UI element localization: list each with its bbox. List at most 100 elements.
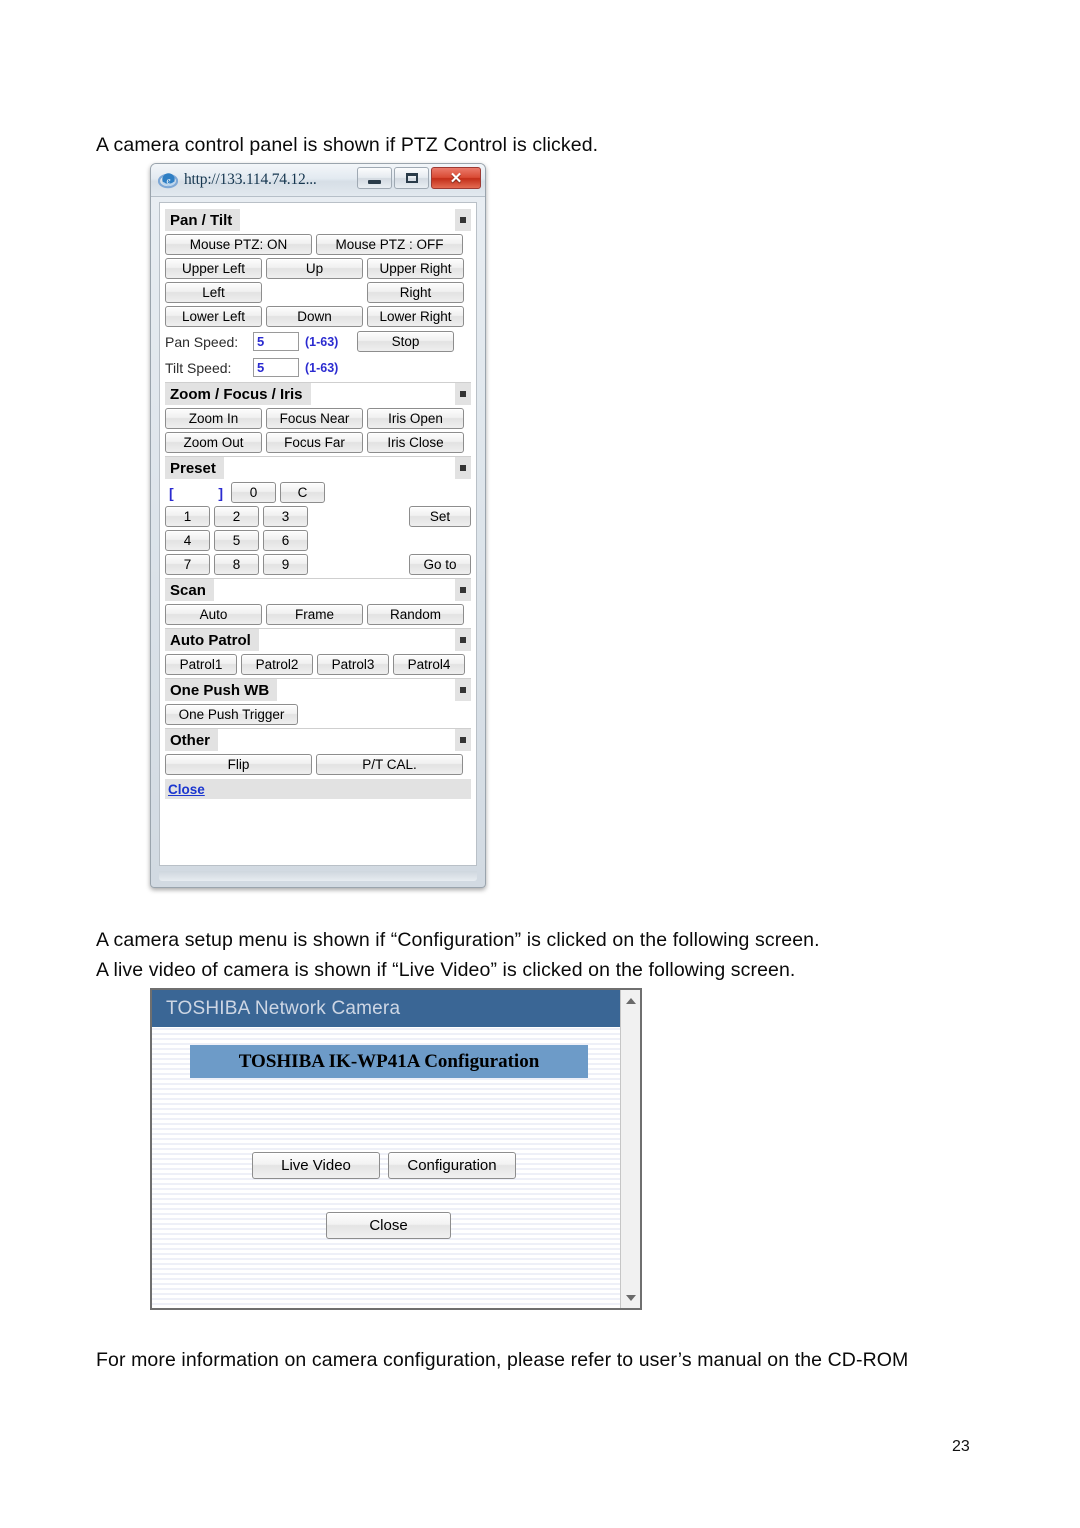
- preset-goto-button[interactable]: Go to: [409, 554, 471, 575]
- left-button[interactable]: Left: [165, 282, 262, 303]
- window-controls: ✕: [357, 167, 481, 189]
- section-header-one-push-wb[interactable]: One Push WB: [165, 678, 471, 701]
- patrol3-button[interactable]: Patrol3: [317, 654, 389, 675]
- section-title-scan: Scan: [165, 579, 214, 601]
- vertical-scrollbar[interactable]: [620, 990, 640, 1308]
- close-link[interactable]: Close: [168, 782, 205, 797]
- collapse-icon-pan-tilt[interactable]: [455, 209, 471, 231]
- middle-paragraph-line-1: A camera setup menu is shown if “Configu…: [96, 929, 820, 951]
- preset-key-0-button[interactable]: 0: [231, 482, 276, 503]
- collapse-icon-one-push-wb[interactable]: [455, 679, 471, 701]
- preset-set-button[interactable]: Set: [409, 506, 471, 527]
- preset-key-8-button[interactable]: 8: [214, 554, 259, 575]
- live-video-button[interactable]: Live Video: [252, 1152, 380, 1179]
- section-header-auto-patrol[interactable]: Auto Patrol: [165, 628, 471, 651]
- tilt-speed-input[interactable]: 5: [253, 358, 299, 377]
- collapse-icon-preset[interactable]: [455, 457, 471, 479]
- minimize-button[interactable]: [357, 167, 392, 189]
- section-header-zoom-focus-iris[interactable]: Zoom / Focus / Iris: [165, 382, 471, 405]
- pt-cal-button[interactable]: P/T CAL.: [316, 754, 463, 775]
- section-header-other[interactable]: Other: [165, 728, 471, 751]
- section-fill: [240, 209, 455, 231]
- toshiba-close-button[interactable]: Close: [326, 1212, 451, 1239]
- scroll-down-icon[interactable]: [621, 1289, 640, 1306]
- section-fill: [223, 457, 455, 479]
- iris-open-button[interactable]: Iris Open: [367, 408, 464, 429]
- section-title-pan-tilt: Pan / Tilt: [165, 209, 241, 231]
- section-fill: [310, 383, 455, 405]
- upper-left-button[interactable]: Upper Left: [165, 258, 262, 279]
- row-preset-123: 1 2 3 Set: [165, 506, 471, 527]
- middle-paragraph-line-2: A live video of camera is shown if “Live…: [96, 959, 796, 981]
- internet-explorer-icon: e: [157, 170, 179, 190]
- section-fill: [258, 629, 455, 651]
- row-preset-789: 7 8 9 Go to: [165, 554, 471, 575]
- svg-text:e: e: [167, 176, 171, 186]
- footer-paragraph: For more information on camera configura…: [96, 1349, 909, 1371]
- pan-speed-range: (1-63): [305, 334, 339, 349]
- close-link-strip: Close: [165, 779, 471, 799]
- ptz-window-footer: [159, 871, 477, 881]
- configuration-title-bar: TOSHIBA IK-WP41A Configuration: [190, 1045, 588, 1078]
- right-button[interactable]: Right: [367, 282, 464, 303]
- scan-auto-button[interactable]: Auto: [165, 604, 262, 625]
- maximize-button[interactable]: [394, 167, 429, 189]
- pan-speed-input[interactable]: 5: [253, 332, 299, 351]
- collapse-icon-scan[interactable]: [455, 579, 471, 601]
- preset-bracket-open: [: [169, 484, 174, 501]
- collapse-icon-auto-patrol[interactable]: [455, 629, 471, 651]
- focus-near-button[interactable]: Focus Near: [266, 408, 363, 429]
- preset-key-9-button[interactable]: 9: [263, 554, 308, 575]
- patrol4-button[interactable]: Patrol4: [393, 654, 465, 675]
- preset-key-4-button[interactable]: 4: [165, 530, 210, 551]
- preset-key-6-button[interactable]: 6: [263, 530, 308, 551]
- row-patrol-buttons: Patrol1 Patrol2 Patrol3 Patrol4: [165, 654, 471, 675]
- one-push-trigger-button[interactable]: One Push Trigger: [165, 704, 298, 725]
- iris-close-button[interactable]: Iris Close: [367, 432, 464, 453]
- preset-key-7-button[interactable]: 7: [165, 554, 210, 575]
- configuration-button[interactable]: Configuration: [388, 1152, 516, 1179]
- zoom-out-button[interactable]: Zoom Out: [165, 432, 262, 453]
- collapse-icon-zoom-focus-iris[interactable]: [455, 383, 471, 405]
- preset-key-1-button[interactable]: 1: [165, 506, 210, 527]
- preset-key-3-button[interactable]: 3: [263, 506, 308, 527]
- preset-key-5-button[interactable]: 5: [214, 530, 259, 551]
- scan-random-button[interactable]: Random: [367, 604, 464, 625]
- row-preset-456: 4 5 6: [165, 530, 471, 551]
- collapse-icon-other[interactable]: [455, 729, 471, 751]
- scan-frame-button[interactable]: Frame: [266, 604, 363, 625]
- focus-far-button[interactable]: Focus Far: [266, 432, 363, 453]
- up-button[interactable]: Up: [266, 258, 363, 279]
- scroll-up-icon[interactable]: [621, 992, 640, 1009]
- lower-left-button[interactable]: Lower Left: [165, 306, 262, 327]
- middle-paragraph: A camera setup menu is shown if “Configu…: [96, 925, 820, 985]
- section-header-pan-tilt[interactable]: Pan / Tilt: [165, 209, 471, 231]
- patrol2-button[interactable]: Patrol2: [241, 654, 313, 675]
- preset-value-field[interactable]: [ ]: [165, 485, 227, 501]
- stop-button[interactable]: Stop: [357, 331, 454, 352]
- section-title-other: Other: [165, 729, 219, 751]
- section-title-zoom-focus-iris: Zoom / Focus / Iris: [165, 383, 311, 405]
- preset-key-2-button[interactable]: 2: [214, 506, 259, 527]
- zoom-in-button[interactable]: Zoom In: [165, 408, 262, 429]
- close-icon: ✕: [449, 169, 463, 187]
- patrol1-button[interactable]: Patrol1: [165, 654, 237, 675]
- row-preset-field: [ ] 0 C: [165, 482, 471, 503]
- row-scan-buttons: Auto Frame Random: [165, 604, 471, 625]
- down-button[interactable]: Down: [266, 306, 363, 327]
- direction-center-spacer: [266, 282, 363, 303]
- mouse-ptz-off-button[interactable]: Mouse PTZ : OFF: [316, 234, 463, 255]
- row-pan-speed: Pan Speed: 5 (1-63) Stop: [165, 330, 471, 353]
- ptz-window-title: http://133.114.74.12...: [184, 171, 317, 188]
- close-window-button[interactable]: ✕: [431, 167, 481, 189]
- mouse-ptz-on-button[interactable]: Mouse PTZ: ON: [165, 234, 312, 255]
- toshiba-banner: TOSHIBA Network Camera: [152, 990, 620, 1027]
- section-header-scan[interactable]: Scan: [165, 578, 471, 601]
- flip-button[interactable]: Flip: [165, 754, 312, 775]
- row-upper-direction: Upper Left Up Upper Right: [165, 258, 471, 279]
- section-header-preset[interactable]: Preset: [165, 456, 471, 479]
- upper-right-button[interactable]: Upper Right: [367, 258, 464, 279]
- section-fill: [277, 679, 455, 701]
- lower-right-button[interactable]: Lower Right: [367, 306, 464, 327]
- preset-key-clear-button[interactable]: C: [280, 482, 325, 503]
